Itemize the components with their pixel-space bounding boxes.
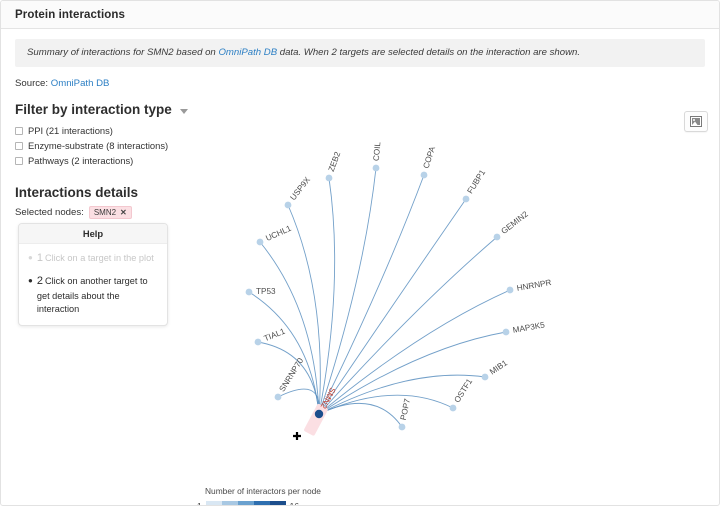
help-box: Help ● 1 Click on a target in the plot ● … [18, 223, 168, 326]
network-node[interactable] [398, 423, 406, 431]
panel-header: Protein interactions [1, 1, 719, 29]
filter-option-pathways[interactable]: Pathways (2 interactions) [15, 154, 205, 168]
filter-option-enzyme-substrate[interactable]: Enzyme-substrate (8 interactions) [15, 139, 205, 153]
nodes-group: SNRNP70 TIAL1 TP53 UCHL1 USP9X ZEB2 COIL COPA FU… [245, 141, 552, 436]
filter-option-label: Pathways (2 interactions) [28, 155, 134, 166]
interactions-details-heading: Interactions details [15, 185, 139, 200]
network-node[interactable] [420, 171, 428, 179]
network-node[interactable] [284, 201, 292, 209]
network-node[interactable] [256, 238, 264, 246]
color-legend: Number of interactors per node 1 16 [197, 486, 427, 506]
filter-heading: Filter by interaction type [15, 102, 172, 117]
network-node-label: MIB1 [488, 358, 509, 376]
panel-body: Summary of interactions for SMN2 based o… [1, 29, 719, 506]
network-node-label: OSTF1 [453, 377, 475, 405]
filter-option-label: Enzyme-substrate (8 interactions) [28, 140, 169, 151]
summary-text-pre: Summary of interactions for SMN2 based o… [27, 47, 219, 58]
legend-swatch [253, 501, 270, 505]
network-node[interactable] [506, 286, 514, 294]
crosshair-cursor [293, 432, 301, 440]
help-step-text: Click on another target to get details a… [36, 275, 148, 315]
bullet-icon: ● [28, 253, 33, 262]
network-node-label: COIL [372, 141, 383, 161]
help-step-2: ● 2 Click on another target to get detail… [28, 274, 158, 317]
network-node[interactable] [245, 288, 253, 296]
network-node-label: GEMIN2 [500, 209, 531, 236]
interaction-network-plot[interactable]: SNRNP70 TIAL1 TP53 UCHL1 USP9X ZEB2 COIL COPA FU… [196, 105, 706, 495]
network-node-label: HNRNPR [516, 278, 552, 293]
network-node[interactable] [372, 164, 380, 172]
chevron-down-icon[interactable] [179, 109, 188, 114]
checkbox-ppi[interactable] [15, 127, 23, 135]
filter-option-label: PPI (21 interactions) [28, 125, 113, 136]
legend-swatch [221, 501, 238, 505]
network-node[interactable] [274, 393, 282, 401]
legend-title: Number of interactors per node [205, 486, 321, 496]
network-edge [318, 403, 403, 428]
checkbox-pathways[interactable] [15, 157, 23, 165]
network-node[interactable] [325, 174, 333, 182]
controls-column: Filter by interaction type PPI (21 inter… [15, 102, 205, 219]
legend-swatch [269, 501, 286, 505]
summary-omnipath-link[interactable]: OmniPath DB [218, 47, 277, 58]
network-svg[interactable]: SNRNP70 TIAL1 TP53 UCHL1 USP9X ZEB2 COIL COPA FU… [196, 105, 706, 495]
legend-swatch [205, 501, 222, 505]
network-edge [287, 204, 321, 415]
network-node-label: UCHL1 [264, 224, 293, 243]
legend-swatches [205, 501, 286, 505]
legend-max: 16 [289, 501, 299, 506]
network-node-label: COPA [422, 145, 438, 170]
legend-scale: 1 16 [197, 501, 427, 506]
network-node[interactable] [481, 373, 489, 381]
close-icon[interactable]: ✕ [120, 208, 127, 217]
filter-option-ppi[interactable]: PPI (21 interactions) [15, 124, 205, 138]
network-node[interactable] [502, 328, 510, 336]
network-edge [318, 167, 377, 415]
network-node[interactable] [254, 338, 262, 346]
help-step-number: 2 [36, 274, 43, 287]
network-node-label: SNRNP70 [278, 356, 306, 393]
network-node[interactable] [462, 195, 470, 203]
network-node-label: ZEB2 [327, 150, 343, 173]
selected-nodes-label: Selected nodes: [15, 207, 84, 218]
summary-text-post: data. When 2 targets are selected detail… [277, 47, 581, 58]
protein-interactions-panel: Protein interactions Summary of interact… [0, 0, 720, 506]
network-node-label: POP7 [399, 397, 412, 421]
legend-swatch [237, 501, 254, 505]
network-node-label: TP53 [256, 287, 276, 296]
help-step-1: ● 1 Click on a target in the plot [28, 251, 158, 267]
selected-node-chip[interactable]: SMN2 ✕ [88, 206, 132, 219]
network-node-label: USP9X [289, 175, 313, 202]
checkbox-enzyme-substrate[interactable] [15, 142, 23, 150]
filter-heading-row: Filter by interaction type [15, 102, 205, 117]
help-step-number: 1 [36, 252, 43, 264]
legend-min: 1 [197, 501, 202, 506]
page-title: Protein interactions [15, 8, 125, 21]
help-step-text: Click on a target in the plot [44, 253, 154, 263]
network-node-label: TIAL1 [263, 327, 287, 344]
network-edge [318, 198, 467, 415]
network-edge [248, 291, 320, 415]
network-node-selected[interactable] [314, 409, 324, 419]
help-title: Help [19, 224, 167, 244]
network-node-label: MAP3K5 [512, 320, 546, 335]
chip-label: SMN2 [93, 208, 117, 217]
network-edge [259, 241, 320, 415]
bullet-icon: ● [28, 275, 33, 285]
network-node[interactable] [493, 233, 501, 241]
source-omnipath-link[interactable]: OmniPath DB [51, 78, 110, 89]
source-line: Source: OmniPath DB [15, 78, 705, 89]
network-node-label: FUBP1 [466, 168, 488, 196]
network-edge [318, 177, 336, 415]
source-label: Source: [15, 78, 49, 90]
network-edge [318, 174, 425, 415]
selected-nodes-row: Selected nodes: SMN2 ✕ [15, 206, 205, 219]
help-steps: ● 1 Click on a target in the plot ● 2 Clic… [19, 244, 167, 325]
network-node[interactable] [449, 404, 457, 412]
summary-banner: Summary of interactions for SMN2 based o… [15, 39, 705, 68]
